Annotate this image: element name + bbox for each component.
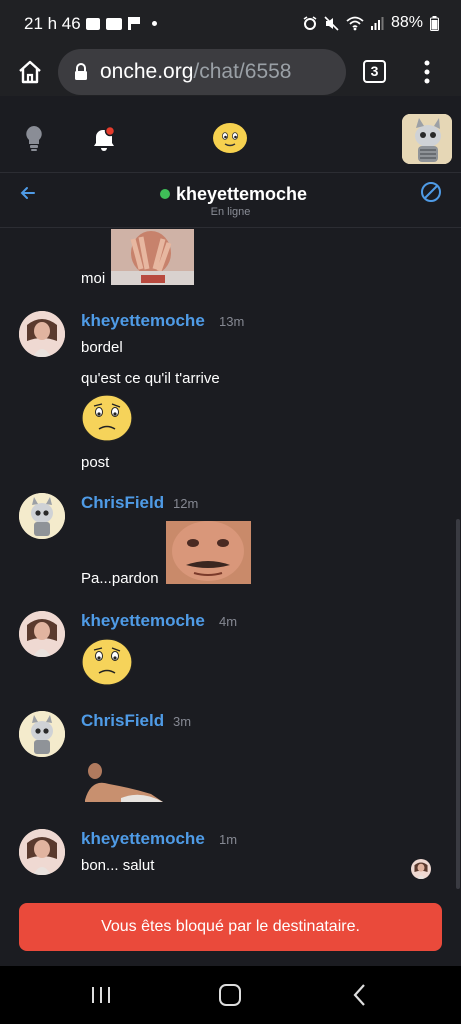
message-time: 12m: [173, 496, 199, 511]
browser-toolbar: onche.org/chat/6558 3: [0, 48, 461, 96]
message-text: bon... salut: [81, 857, 155, 874]
sticker-confused-emoji: [81, 638, 133, 686]
battery-icon: [430, 15, 439, 31]
message-text: post: [81, 454, 110, 471]
status-notification-icons: [86, 17, 157, 30]
message-author[interactable]: kheyettemoche: [81, 311, 205, 331]
home-icon[interactable]: [16, 58, 44, 86]
scrollbar[interactable]: [456, 519, 460, 889]
status-right-icons: 88%: [303, 14, 439, 32]
read-receipt-avatar: [411, 859, 431, 879]
url-path: /chat/6558: [193, 60, 292, 83]
message-time: 3m: [173, 714, 192, 729]
flag-icon: [128, 17, 140, 30]
status-bar: 21 h 46 88%: [0, 0, 461, 48]
user-avatar[interactable]: [402, 114, 452, 164]
online-indicator: [160, 189, 170, 199]
sticker-face: [166, 521, 251, 584]
status-time: 21 h 46: [24, 14, 81, 33]
block-icon[interactable]: [420, 181, 442, 203]
mail-off-icon: [106, 17, 122, 30]
address-bar[interactable]: onche.org/chat/6558: [58, 49, 346, 95]
message-author[interactable]: ChrisField: [81, 493, 164, 513]
avatar[interactable]: [19, 829, 65, 875]
sticker-reclining-man: [81, 760, 164, 804]
message-text: Pa...pardon: [81, 570, 159, 587]
url-host: onche.org: [100, 60, 194, 83]
url-text: onche.org/chat/6558: [100, 60, 292, 84]
lightbulb-icon[interactable]: [22, 124, 46, 152]
page: 21 h 46 88% onche.org/chat/6558 3 kheyet…: [0, 0, 461, 1024]
message-time: 4m: [219, 614, 238, 629]
battery-percent: 88%: [390, 14, 423, 31]
message-time: 1m: [219, 832, 238, 847]
lock-icon: [75, 63, 87, 80]
message-text: bordel: [81, 339, 123, 356]
mute-icon: [324, 15, 339, 31]
bell-icon[interactable]: [92, 126, 118, 152]
avatar[interactable]: [19, 493, 65, 539]
chat-header: kheyettemoche En ligne: [0, 172, 461, 228]
message-text: qu'est ce qu'il t'arrive: [81, 370, 220, 387]
dot-icon: [152, 21, 157, 26]
message-author[interactable]: kheyettemoche: [81, 829, 205, 849]
message-author[interactable]: kheyettemoche: [81, 611, 205, 631]
signal-icon: [370, 16, 384, 30]
nav-back-icon[interactable]: [352, 983, 368, 1007]
avatar[interactable]: [19, 311, 65, 357]
more-vert-icon[interactable]: [418, 59, 436, 85]
back-arrow-icon[interactable]: [18, 183, 38, 203]
blocked-notice: Vous êtes bloqué par le destinataire.: [19, 903, 442, 951]
recent-apps-icon[interactable]: [90, 986, 112, 1004]
message-text: moi: [81, 270, 106, 287]
alarm-icon: [303, 16, 317, 30]
wifi-icon: [346, 16, 364, 30]
system-nav-bar: [0, 966, 461, 1024]
nav-home-icon[interactable]: [219, 984, 241, 1006]
tabs-icon[interactable]: 3: [363, 60, 386, 83]
site-header: [0, 96, 461, 172]
chat-username[interactable]: kheyettemoche: [176, 184, 307, 205]
message-list[interactable]: moi kheyettemoche 13m bordel qu'est ce q…: [0, 229, 461, 894]
avatar[interactable]: [19, 611, 65, 657]
message-author[interactable]: ChrisField: [81, 711, 164, 731]
avatar[interactable]: [19, 711, 65, 757]
chat-status: En ligne: [210, 206, 251, 218]
emoji-logo[interactable]: [212, 122, 248, 154]
gallery-icon: [86, 17, 100, 30]
sticker-confused-emoji: [81, 394, 133, 442]
sticker-facepalm: [111, 229, 194, 285]
message-time: 13m: [219, 314, 245, 329]
